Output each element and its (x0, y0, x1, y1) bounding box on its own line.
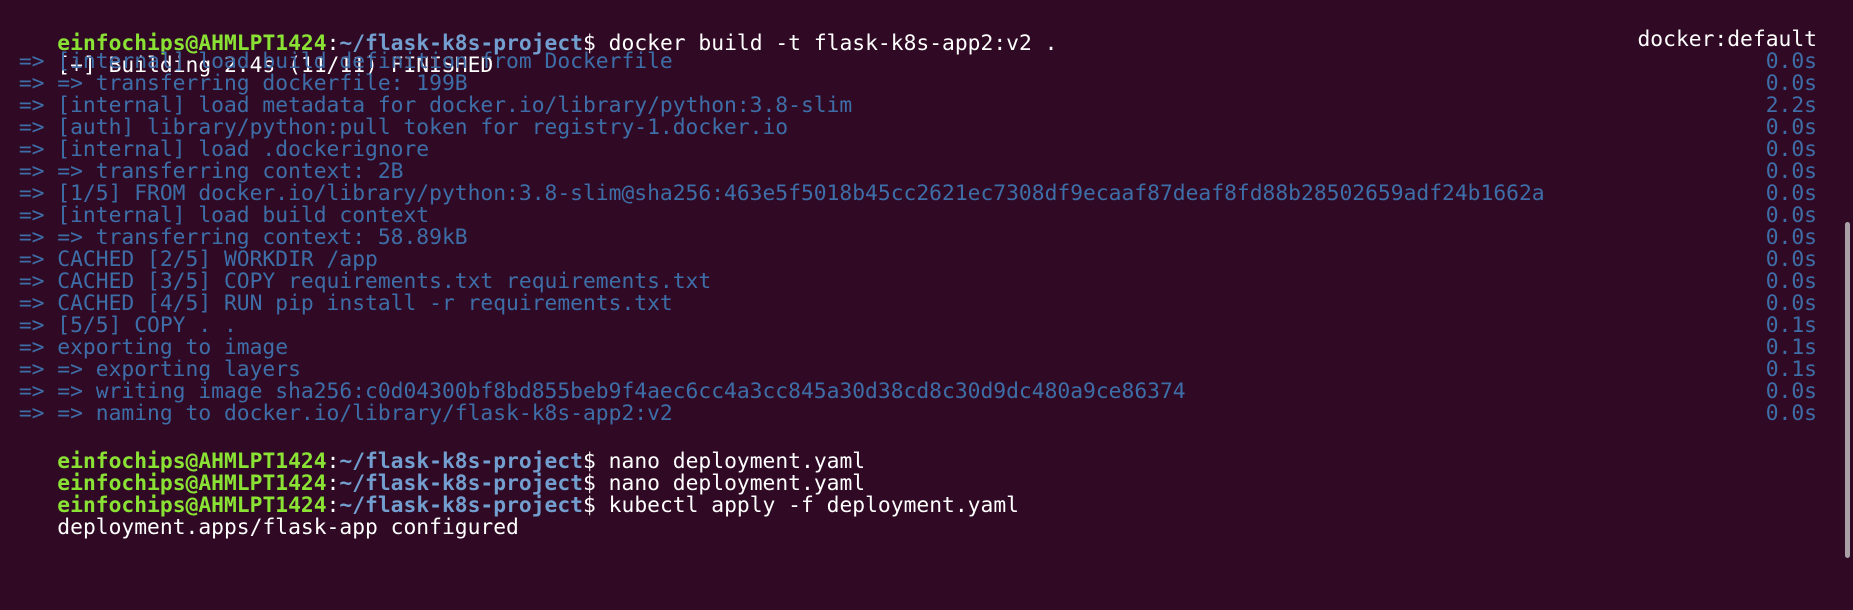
terminal-window[interactable]: einfochips@AHMLPT1424:~/flask-k8s-projec… (0, 0, 1853, 610)
apply-output-line: deployment.apps/flask-app configured (6, 489, 1853, 540)
vertical-scrollbar[interactable] (1845, 222, 1850, 558)
apply-output: deployment.apps/flask-app configured (57, 515, 519, 540)
